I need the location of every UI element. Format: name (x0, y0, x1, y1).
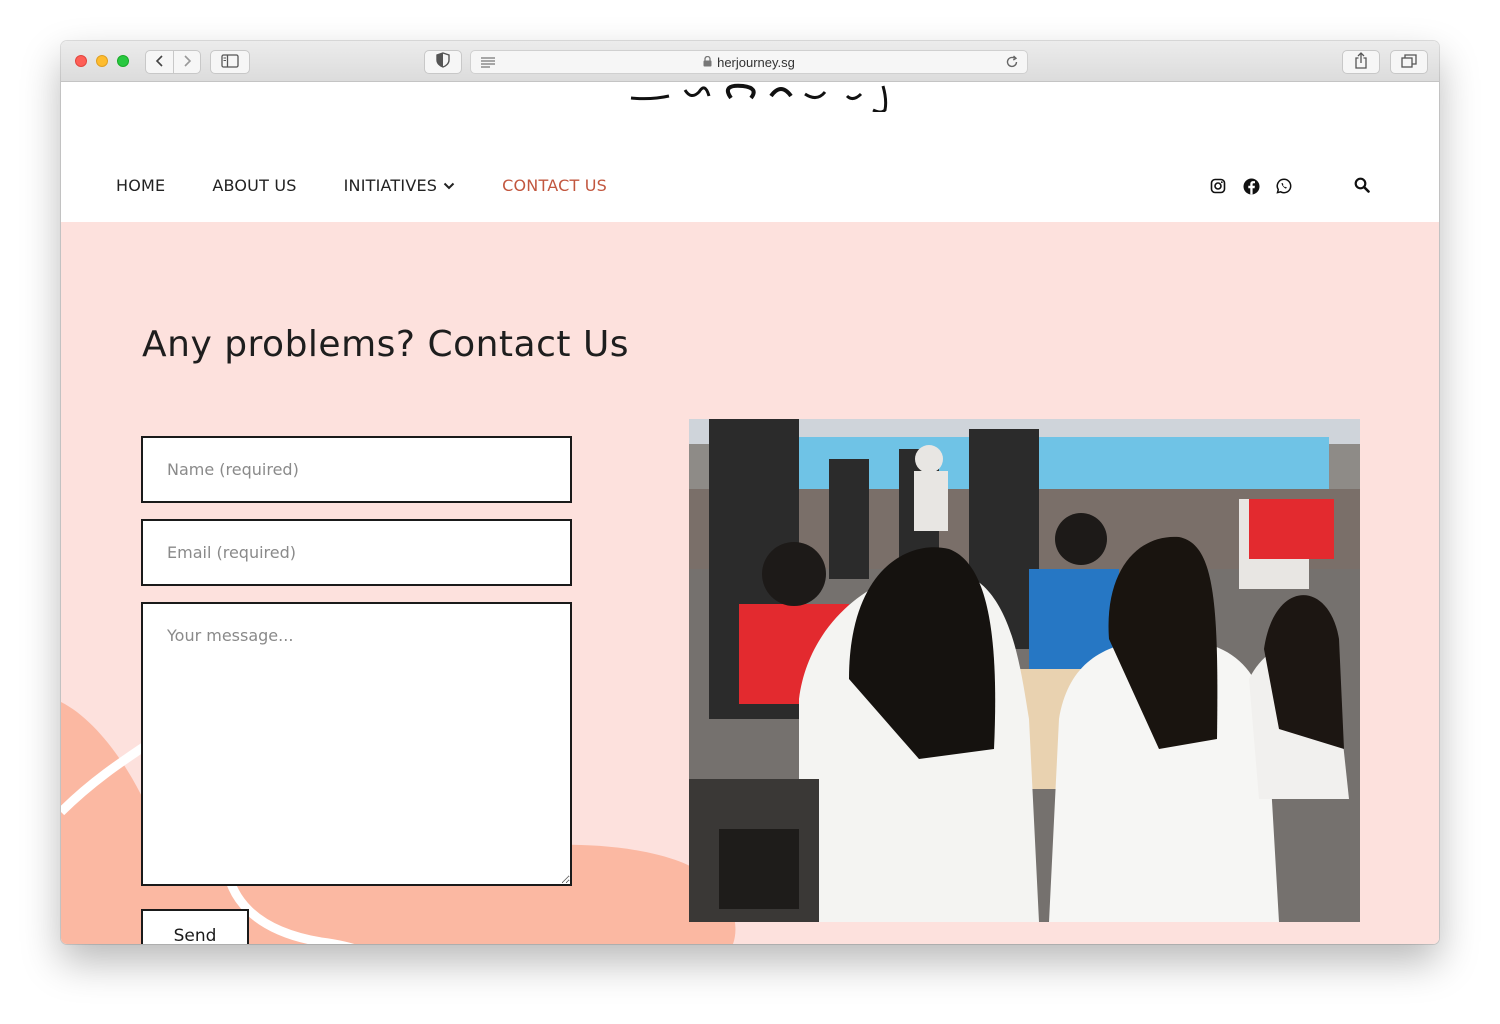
reload-icon[interactable] (1005, 55, 1019, 72)
search-icon[interactable] (1354, 177, 1372, 195)
back-icon (155, 53, 165, 72)
whatsapp-icon[interactable] (1275, 177, 1293, 195)
forward-button[interactable] (173, 51, 200, 73)
tab-overview-button[interactable] (1390, 50, 1428, 74)
site-logo[interactable] (621, 82, 901, 112)
chevron-down-icon (443, 182, 455, 190)
shield-icon (436, 52, 450, 72)
main-nav: HOME ABOUT US INITIATIVES CONTACT US (116, 176, 654, 195)
minimize-window-button[interactable] (96, 55, 108, 67)
nav-initiatives-label: INITIATIVES (343, 176, 438, 195)
email-input[interactable] (141, 519, 572, 586)
back-button[interactable] (146, 51, 173, 73)
instagram-icon[interactable] (1209, 177, 1227, 195)
browser-window: herjourney.sg HOME ABOUT US INITIATIVES … (61, 41, 1439, 944)
nav-about-us[interactable]: ABOUT US (212, 176, 296, 195)
url-text: herjourney.sg (717, 54, 795, 70)
send-button[interactable]: Send (141, 909, 249, 944)
nav-home[interactable]: HOME (116, 176, 165, 195)
browser-toolbar: herjourney.sg (61, 41, 1439, 82)
tabs-icon (1401, 53, 1417, 72)
history-nav-buttons (145, 50, 201, 74)
nav-initiatives[interactable]: INITIATIVES (344, 176, 456, 195)
lock-icon (703, 55, 712, 70)
page-title: Any problems? Contact Us (142, 324, 630, 365)
privacy-button[interactable] (424, 50, 462, 74)
share-button[interactable] (1342, 50, 1380, 74)
address-bar[interactable]: herjourney.sg (470, 50, 1028, 74)
sidebar-toggle-button[interactable] (210, 50, 250, 74)
facebook-icon[interactable] (1242, 177, 1260, 195)
social-links (1209, 177, 1308, 195)
reader-icon[interactable] (480, 56, 496, 71)
name-input[interactable] (141, 436, 572, 503)
sidebar-icon (221, 53, 239, 72)
event-photo (689, 419, 1360, 922)
forward-icon (182, 53, 192, 72)
nav-contact-us[interactable]: CONTACT US (502, 176, 607, 195)
contact-section: Any problems? Contact Us Send (61, 222, 1439, 944)
share-icon (1354, 51, 1368, 73)
site-header: HOME ABOUT US INITIATIVES CONTACT US (61, 82, 1439, 222)
web-page: HOME ABOUT US INITIATIVES CONTACT US Any… (61, 82, 1439, 944)
message-textarea[interactable] (141, 602, 572, 886)
close-window-button[interactable] (75, 55, 87, 67)
zoom-window-button[interactable] (117, 55, 129, 67)
